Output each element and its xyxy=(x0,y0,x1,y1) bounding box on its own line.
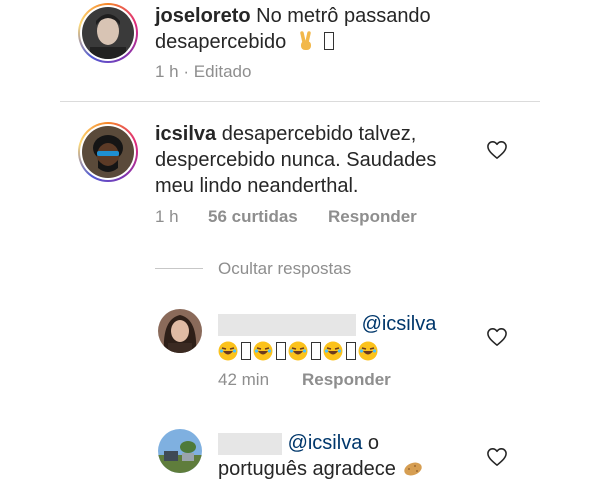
post-caption: joseloreto No metrô passando desapercebi… xyxy=(155,3,455,55)
post-edited-label: Editado xyxy=(193,62,252,81)
hide-replies-line xyxy=(155,268,203,269)
reply1-emoji-row xyxy=(218,339,488,365)
laughing-emoji xyxy=(358,341,378,361)
post-meta: 1 h · Editado xyxy=(155,62,252,81)
reply2-text: @icsilva o português agradece xyxy=(218,430,478,482)
comment-text-line2: despercebido nunca. Saudades xyxy=(155,149,437,171)
comment-username[interactable]: icsilva xyxy=(155,123,216,145)
laughing-emoji xyxy=(253,341,273,361)
reply1-reply-button[interactable]: Responder xyxy=(302,370,391,390)
unsupported-glyph xyxy=(241,342,251,360)
potato-emoji xyxy=(404,462,423,476)
unsupported-glyph xyxy=(276,342,286,360)
laughing-emoji xyxy=(288,341,308,361)
reply1-mention[interactable]: @icsilva xyxy=(362,313,437,335)
unsupported-glyph xyxy=(324,32,335,50)
reply1-time: 42 min xyxy=(218,370,270,389)
heart-outline-icon[interactable] xyxy=(486,327,508,347)
reply2-author-avatar[interactable] xyxy=(158,429,202,473)
post-author-avatar[interactable] xyxy=(78,3,138,63)
redacted-username xyxy=(218,432,282,455)
comment-text-line1: desapercebido talvez, xyxy=(221,123,417,145)
comment-author-avatar[interactable] xyxy=(78,122,138,182)
unsupported-glyph xyxy=(346,342,356,360)
unsupported-glyph xyxy=(311,342,321,360)
reply1-text: @icsilva xyxy=(218,311,488,365)
comment-meta: 1 h xyxy=(155,207,179,227)
comment-likes-link[interactable]: 56 curtidas xyxy=(208,207,298,227)
post-caption-line2: desapercebido xyxy=(155,31,287,53)
post-caption-line1: No metrô passando xyxy=(256,5,431,27)
comment-reply-button[interactable]: Responder xyxy=(328,207,417,227)
reply1-author-avatar[interactable] xyxy=(158,309,202,353)
reply2-text-after: o xyxy=(367,432,380,454)
reply2-text-line2: português agradece xyxy=(218,458,396,480)
laughing-emoji xyxy=(323,341,343,361)
post-username[interactable]: joseloreto xyxy=(155,5,251,27)
caption-divider xyxy=(60,101,540,102)
redacted-username xyxy=(218,313,356,336)
post-time: 1 h xyxy=(155,62,179,81)
hide-replies-button[interactable]: Ocultar respostas xyxy=(218,259,351,279)
comment-time: 1 h xyxy=(155,207,179,226)
heart-outline-icon[interactable] xyxy=(486,140,508,160)
comment-text: icsilva desapercebido talvez, despercebi… xyxy=(155,121,475,199)
comment-text-line3: meu lindo neanderthal. xyxy=(155,175,359,197)
heart-outline-icon[interactable] xyxy=(486,447,508,467)
laughing-emoji xyxy=(218,341,238,361)
reply2-mention[interactable]: @icsilva xyxy=(288,432,363,454)
victory-hand-emoji xyxy=(300,31,311,50)
